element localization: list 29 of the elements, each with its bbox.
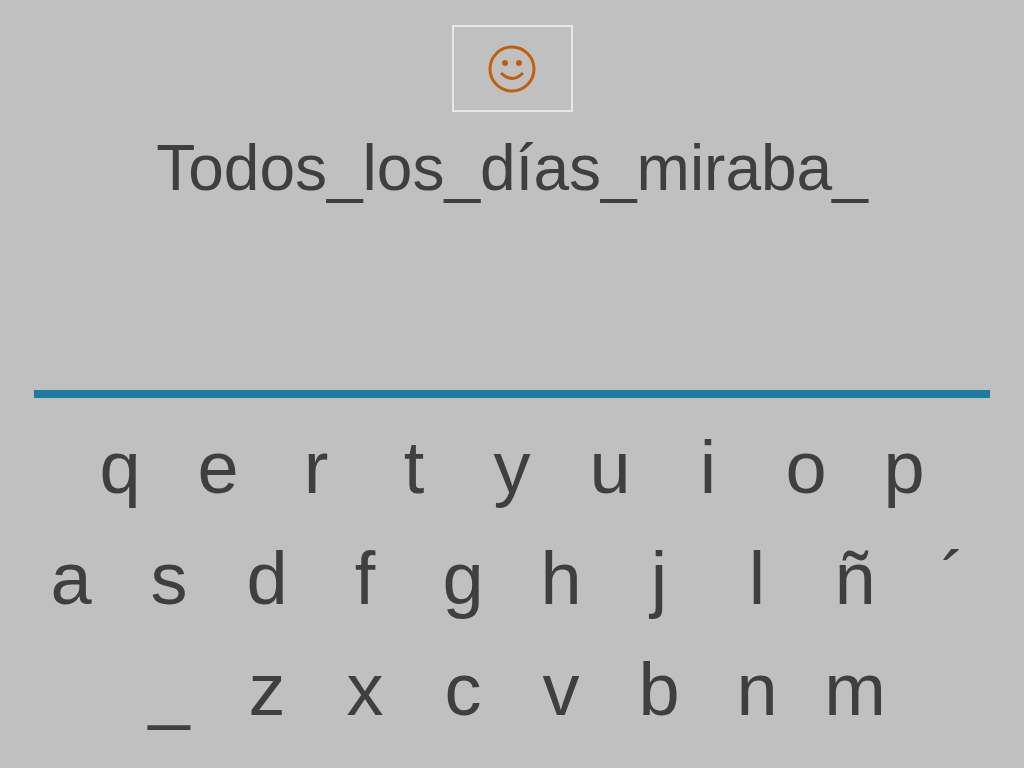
letter-key[interactable]: o	[757, 422, 855, 513]
letter-key[interactable]: r	[267, 422, 365, 513]
letter-key[interactable]: d	[218, 533, 316, 624]
sentence-text: Todos_los_días_miraba_	[156, 131, 868, 206]
letter-key[interactable]: c	[414, 644, 512, 735]
letter-key[interactable]: n	[708, 644, 806, 735]
smiley-icon	[487, 43, 537, 94]
letter-key[interactable]: a	[22, 533, 120, 624]
letter-key[interactable]: p	[855, 422, 953, 513]
letter-key[interactable]: s	[120, 533, 218, 624]
letter-key[interactable]: l	[708, 533, 806, 624]
letter-key[interactable]: t	[365, 422, 463, 513]
letter-key[interactable]: y	[463, 422, 561, 513]
letter-key[interactable]: g	[414, 533, 512, 624]
letter-key[interactable]: v	[512, 644, 610, 735]
letter-key[interactable]: f	[316, 533, 414, 624]
letter-key[interactable]: x	[316, 644, 414, 735]
letter-key[interactable]: h	[512, 533, 610, 624]
letter-key[interactable]: q	[71, 422, 169, 513]
letter-key[interactable]: m	[806, 644, 904, 735]
letter-key[interactable]: j	[610, 533, 708, 624]
letter-key[interactable]: u	[561, 422, 659, 513]
letter-key[interactable]: _	[120, 644, 218, 735]
letter-key[interactable]: e	[169, 422, 267, 513]
letter-key[interactable]: z	[218, 644, 316, 735]
letter-key[interactable]: ´	[904, 533, 1002, 624]
letter-key[interactable]: ñ	[806, 533, 904, 624]
letter-key[interactable]: i	[659, 422, 757, 513]
letter-key[interactable]: b	[610, 644, 708, 735]
